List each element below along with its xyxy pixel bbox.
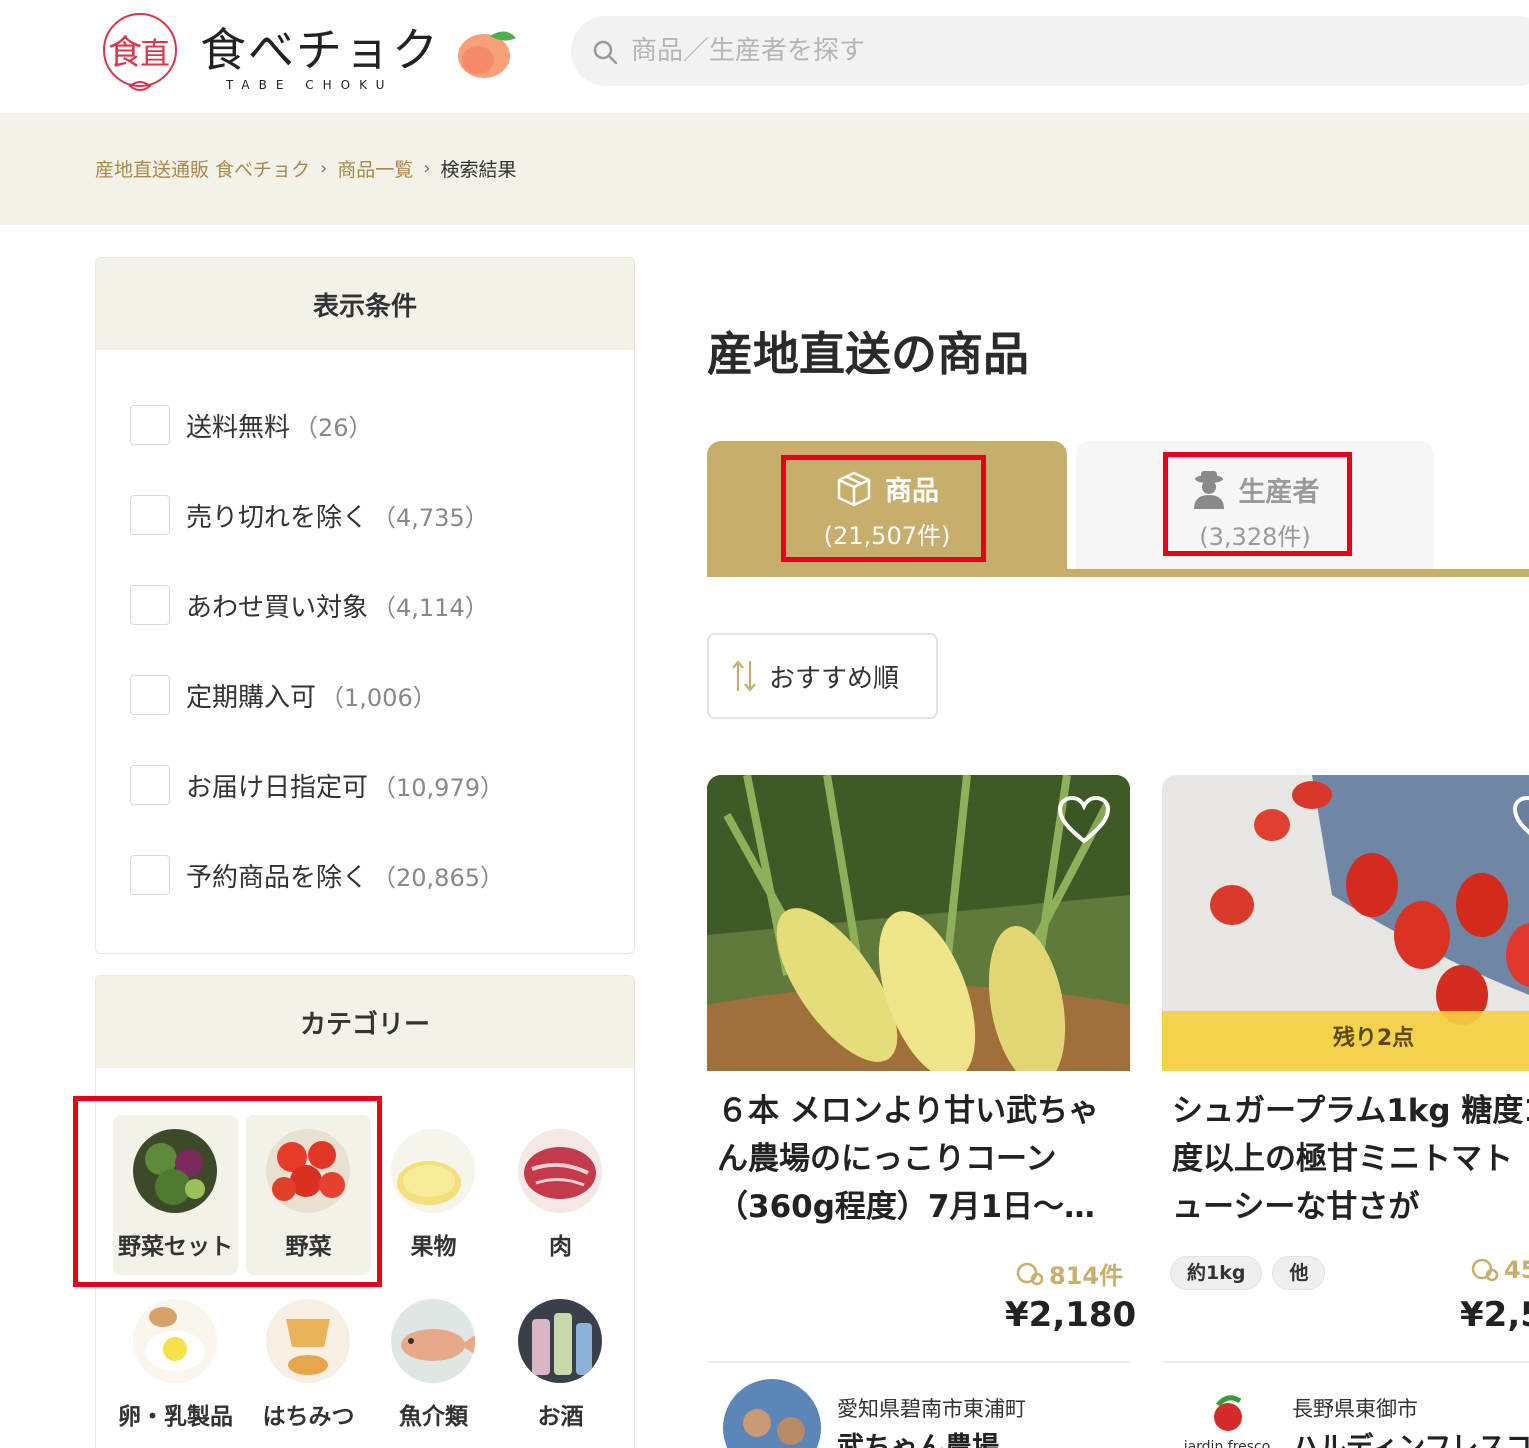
sort-icon [732, 660, 756, 692]
filter-count: （1,006） [320, 683, 437, 712]
highlight-box-categories [73, 1096, 382, 1287]
filter-exclude-sold-out[interactable]: 売り切れを除く （4,735） [96, 470, 634, 560]
producer-location: 愛知県碧南市東浦町 [837, 1397, 1026, 1421]
product-price: ¥2,5 [1460, 1295, 1529, 1335]
chevron-right-icon: › [320, 158, 328, 179]
meat-image [518, 1129, 602, 1213]
product-tags: 約1kg 他 [1170, 1256, 1326, 1290]
review-count-text: 45 [1504, 1256, 1529, 1284]
breadcrumb: 産地直送通販 食べチョク › 商品一覧 › 検索結果 [95, 155, 516, 182]
tag-weight: 約1kg [1170, 1256, 1263, 1290]
honey-image [266, 1299, 350, 1383]
chevron-right-icon: › [423, 158, 431, 179]
alcohol-image [518, 1299, 602, 1383]
category-label: 卵・乳製品 [118, 1404, 233, 1430]
producer-avatar[interactable] [723, 1379, 821, 1448]
category-honey[interactable]: はちみつ [246, 1285, 371, 1445]
favorite-heart-icon[interactable] [1057, 795, 1111, 845]
filter-checkbox[interactable] [130, 495, 170, 535]
svg-text:jardin fresco: jardin fresco [1183, 1439, 1271, 1448]
highlight-box-producers-tab [1163, 452, 1352, 556]
category-label: はちみつ [262, 1404, 355, 1430]
filter-count: （26） [294, 413, 373, 442]
producer-name[interactable]: ハルディンフレスコ [1292, 1425, 1529, 1448]
category-label: お酒 [537, 1404, 584, 1430]
card-divider [707, 1361, 1130, 1363]
review-icon [1016, 1262, 1044, 1285]
filter-label: 定期購入可 [186, 682, 317, 713]
filter-subscription[interactable]: 定期購入可 （1,006） [96, 650, 634, 740]
search-bar[interactable] [571, 16, 1529, 86]
filter-label: あわせ買い対象 [186, 592, 369, 623]
tab-underline [707, 569, 1529, 577]
tabechoku-logo-mark[interactable]: 食 直 [94, 8, 186, 96]
category-seafood[interactable]: 魚介類 [371, 1285, 496, 1445]
filter-checkbox[interactable] [130, 405, 170, 445]
filter-count: （4,735） [372, 503, 489, 532]
filter-count: （20,865） [372, 863, 504, 892]
logo-subtext: TABE CHOKU [226, 78, 394, 92]
melon-image [391, 1129, 475, 1213]
card-divider [1162, 1361, 1529, 1363]
filter-delivery-date[interactable]: お届け日指定可 （10,979） [96, 740, 634, 830]
filter-count: （10,979） [372, 773, 504, 802]
filter-count: （4,114） [372, 593, 489, 622]
sort-button[interactable]: おすすめ順 [707, 633, 938, 719]
svg-text:直: 直 [140, 37, 170, 72]
filter-checkbox[interactable] [130, 585, 170, 625]
page-title: 産地直送の商品 [707, 327, 1029, 381]
filter-exclude-preorder[interactable]: 予約商品を除く （20,865） [96, 830, 634, 920]
fish-image [391, 1299, 475, 1383]
category-meat[interactable]: 肉 [498, 1115, 623, 1275]
filter-label: お届け日指定可 [186, 772, 369, 803]
filter-label: 送料無料 [186, 412, 291, 443]
category-egg-dairy[interactable]: 卵・乳製品 [113, 1285, 238, 1445]
review-count[interactable]: 45 [1470, 1256, 1529, 1284]
product-card[interactable]: ６本 メロンより甘い武ちゃん農場のにっこりコーン（360g程度）7月1日〜… 8… [707, 775, 1136, 1448]
highlight-box-products-tab [781, 455, 986, 562]
review-count-text: 814件 [1049, 1262, 1124, 1290]
producer-logo[interactable]: jardin fresco [1178, 1379, 1276, 1448]
category-label: 肉 [549, 1234, 572, 1260]
filter-panel-title: 表示条件 [96, 258, 634, 350]
category-label: 果物 [410, 1234, 457, 1260]
category-label: 魚介類 [399, 1404, 468, 1430]
sort-label: おすすめ順 [769, 663, 900, 694]
breadcrumb-home[interactable]: 産地直送通販 食べチョク [95, 155, 310, 182]
category-alcohol[interactable]: お酒 [498, 1285, 623, 1445]
filter-checkbox[interactable] [130, 765, 170, 805]
product-price: ¥2,180 [1005, 1295, 1137, 1335]
egg-image [133, 1299, 217, 1383]
filter-label: 予約商品を除く [186, 862, 369, 893]
peach-icon [458, 31, 516, 78]
favorite-heart-icon[interactable] [1512, 795, 1529, 845]
filter-panel: 表示条件 送料無料 （26） 売り切れを除く （4,735） あわせ買い対象 （… [95, 257, 635, 954]
tag-other: 他 [1272, 1256, 1326, 1290]
site-header: 食 直 食べチョク TABE CHOKU [0, 0, 1529, 113]
filter-checkbox[interactable] [130, 855, 170, 895]
search-input[interactable] [631, 28, 1331, 74]
filter-label: 売り切れを除く [186, 502, 369, 533]
logo-text[interactable]: 食べチョク [200, 14, 440, 80]
filter-free-shipping[interactable]: 送料無料 （26） [96, 380, 634, 470]
filter-bundle-purchase[interactable]: あわせ買い対象 （4,114） [96, 560, 634, 650]
review-icon [1471, 1258, 1499, 1282]
product-card[interactable]: 残り2点 シュガープラム1kg 糖度10度以上の極甘ミニトマト ジューシーな甘さ… [1162, 775, 1529, 1448]
producer-location: 長野県東御市 [1292, 1397, 1418, 1421]
product-title[interactable]: シュガープラム1kg 糖度10度以上の極甘ミニトマト ジューシーな甘さが [1172, 1087, 1529, 1231]
breadcrumb-current: 検索結果 [440, 159, 517, 181]
filter-checkbox[interactable] [130, 675, 170, 715]
category-fruit[interactable]: 果物 [371, 1115, 496, 1275]
producer-name[interactable]: 武ちゃん農場 [837, 1425, 999, 1448]
breadcrumb-products[interactable]: 商品一覧 [337, 155, 413, 182]
product-title[interactable]: ６本 メロンより甘い武ちゃん農場のにっこりコーン（360g程度）7月1日〜… [717, 1087, 1127, 1231]
review-count[interactable]: 814件 [1015, 1256, 1123, 1291]
svg-text:食: 食 [108, 33, 142, 73]
search-icon[interactable] [591, 38, 619, 66]
category-panel-title: カテゴリー [96, 976, 634, 1068]
stock-remaining-badge: 残り2点 [1162, 1011, 1529, 1071]
